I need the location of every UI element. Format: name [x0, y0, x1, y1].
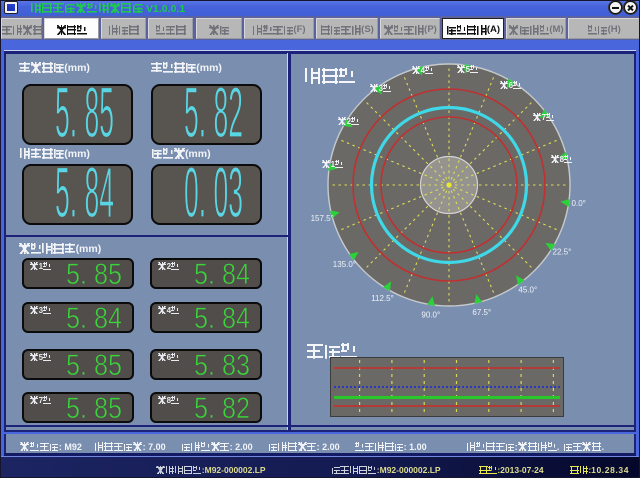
svg-text:5. 85: 5. 85: [66, 351, 122, 378]
svg-text:5. 84: 5. 84: [55, 166, 114, 222]
svg-text:5. 84: 5. 84: [194, 260, 250, 287]
svg-text:135.0°: 135.0°: [333, 260, 356, 269]
svg-text:5. 84: 5. 84: [194, 304, 250, 331]
svg-text:5. 82: 5. 82: [184, 86, 243, 142]
svg-text:22.5°: 22.5°: [553, 248, 572, 257]
svg-text:67.5°: 67.5°: [472, 308, 491, 317]
svg-text:5. 85: 5. 85: [66, 394, 122, 421]
svg-text:5. 82: 5. 82: [194, 394, 250, 421]
svg-text:5. 85: 5. 85: [55, 86, 114, 142]
svg-text:112.5°: 112.5°: [371, 294, 394, 303]
svg-text:0.0°: 0.0°: [572, 199, 586, 208]
svg-text:157.5°: 157.5°: [311, 214, 334, 223]
svg-text:90.0°: 90.0°: [421, 311, 440, 320]
svg-text:5. 83: 5. 83: [194, 351, 250, 378]
svg-text:45.0°: 45.0°: [518, 286, 537, 295]
svg-text:5. 84: 5. 84: [66, 304, 122, 331]
svg-text:0. 03: 0. 03: [184, 166, 243, 222]
svg-text:5. 85: 5. 85: [66, 260, 122, 287]
